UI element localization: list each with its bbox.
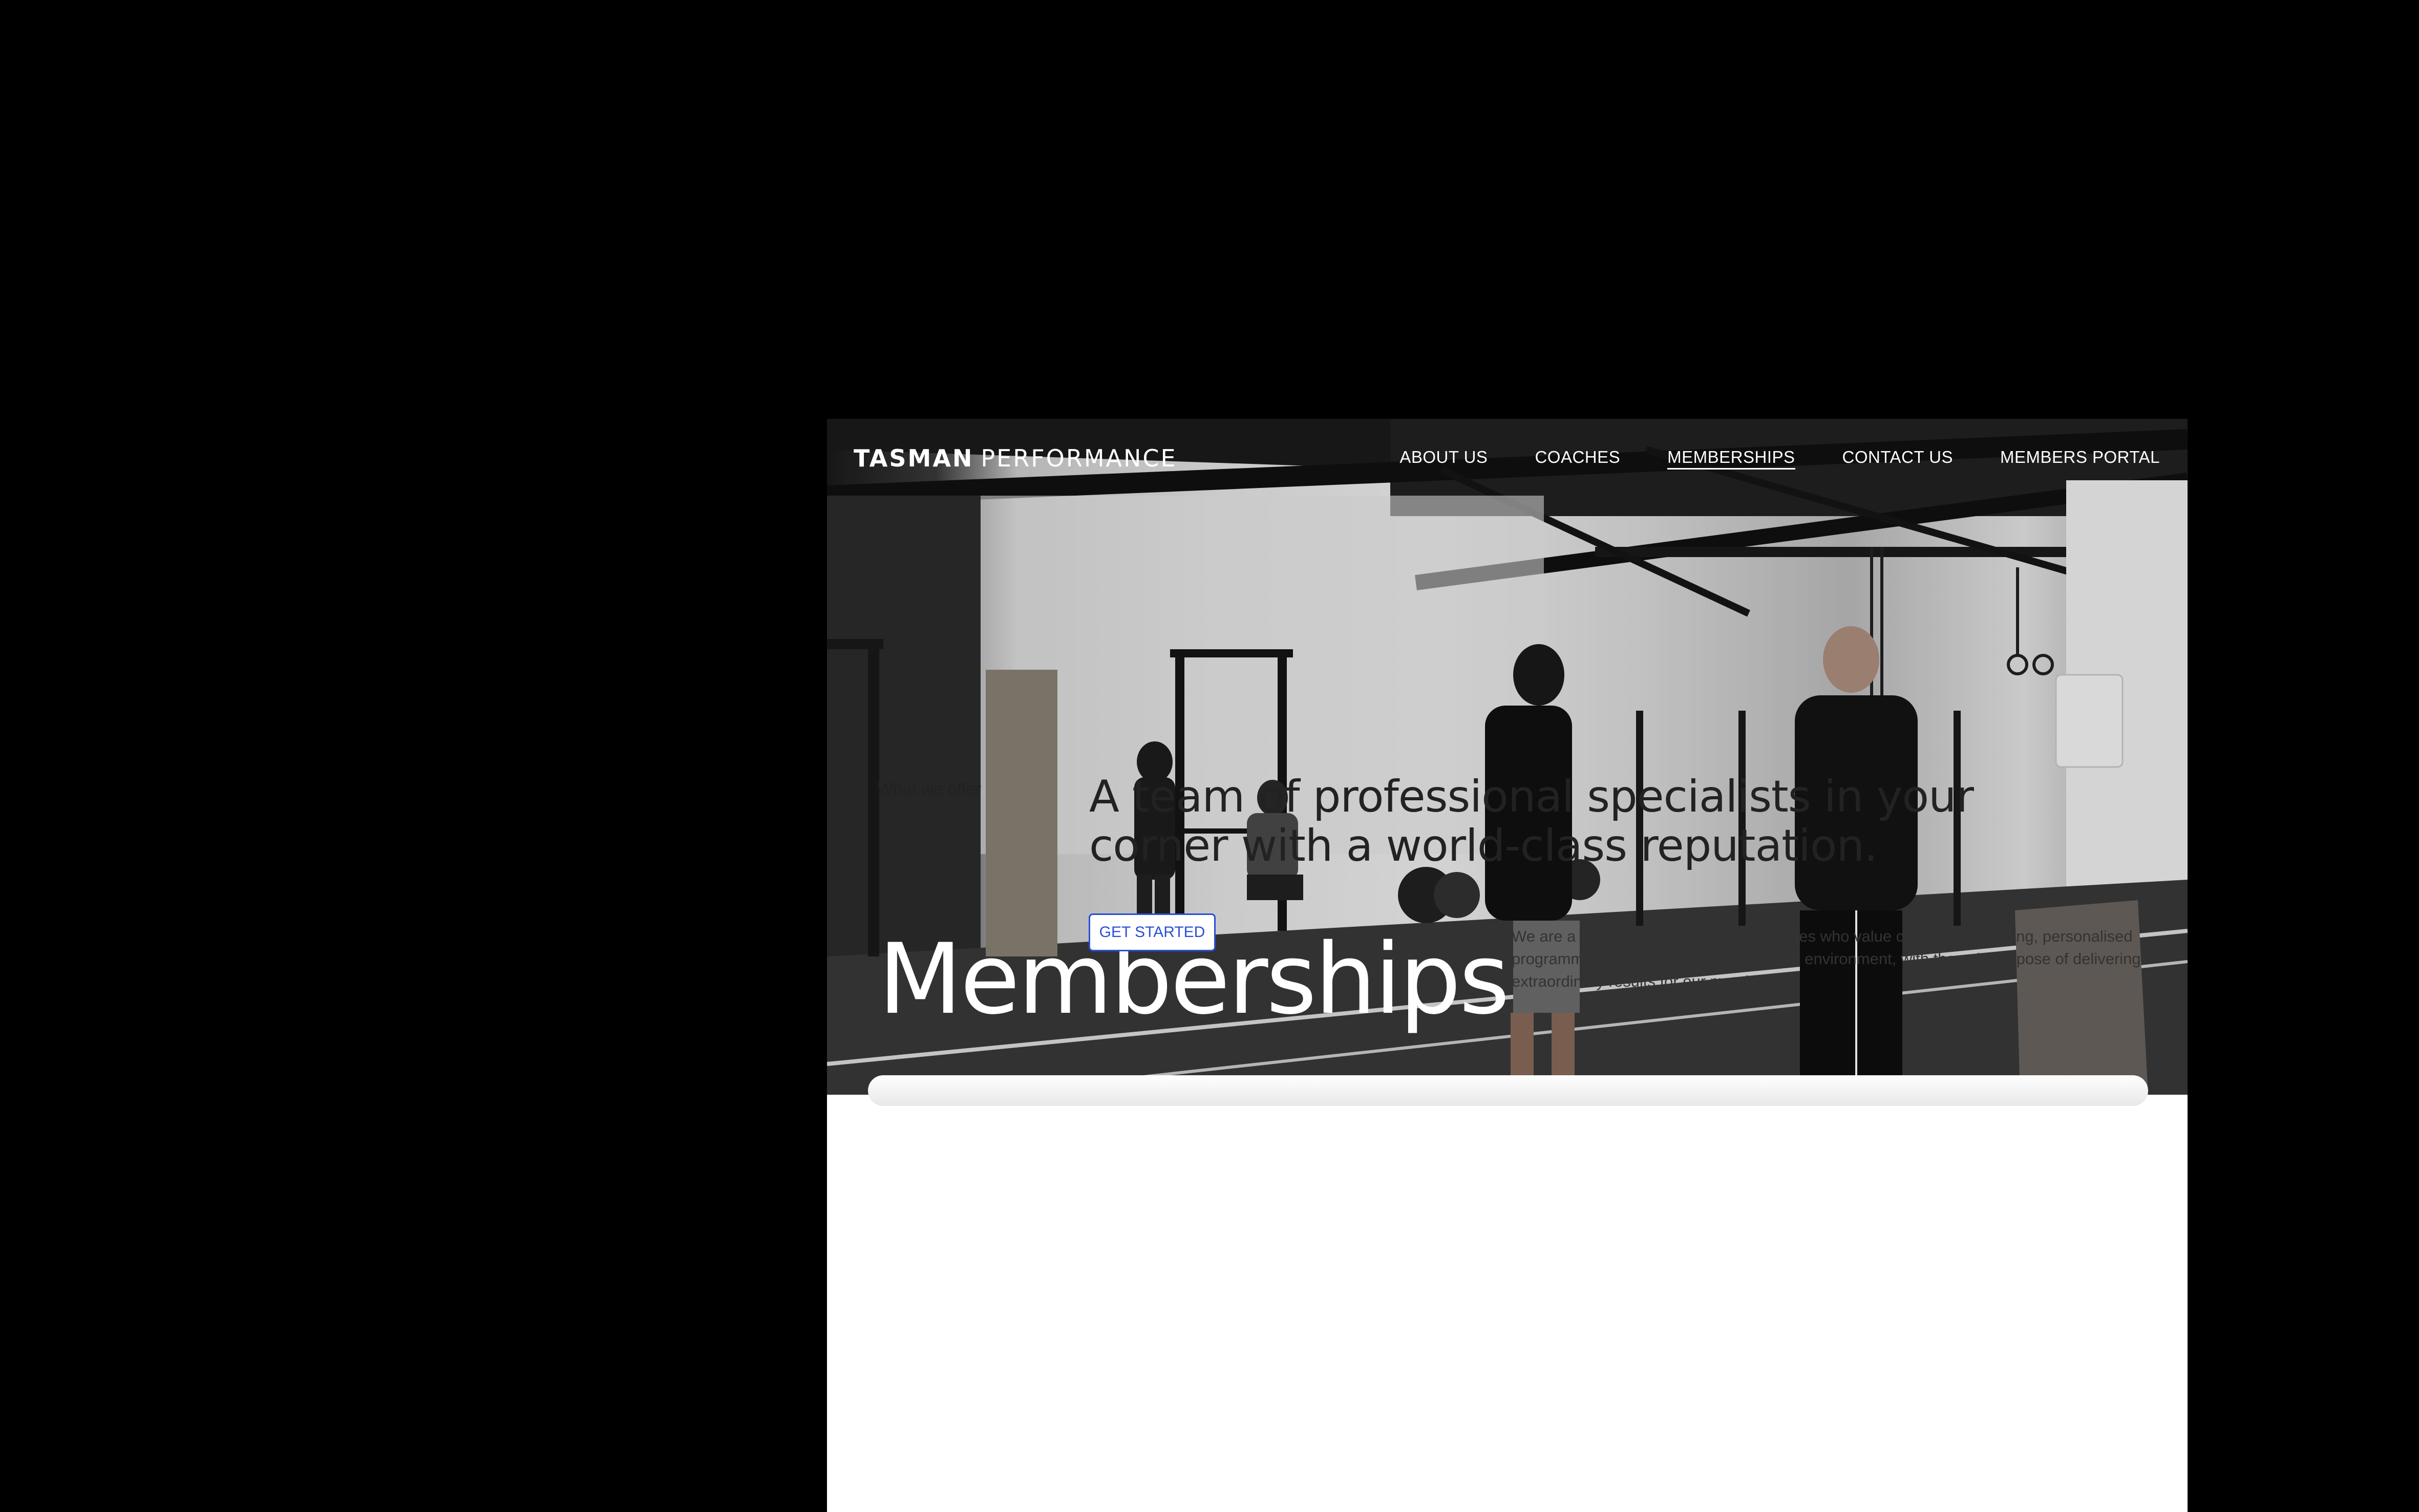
nav-link-members-portal[interactable]: MEMBERS PORTAL	[2000, 448, 2160, 470]
hero-image: TASMAN PERFORMANCE ABOUT US COACHES MEMBE…	[827, 419, 2188, 1095]
nav-link-contact-us[interactable]: CONTACT US	[1842, 448, 1953, 470]
nav-link-coaches[interactable]: COACHES	[1535, 448, 1620, 470]
main-content	[827, 1095, 2188, 1512]
main-navigation: TASMAN PERFORMANCE ABOUT US COACHES MEMBE…	[827, 419, 2188, 496]
site-logo[interactable]: TASMAN PERFORMANCE	[854, 444, 1177, 472]
section-headline: A team of professional specialists in yo…	[1089, 771, 1974, 871]
nav-link-memberships[interactable]: MEMBERSHIPS	[1667, 448, 1795, 470]
nav-links: ABOUT US COACHES MEMBERSHIPS CONTACT US …	[1399, 448, 2160, 470]
logo-wordmark-bold: TASMAN	[854, 444, 974, 472]
get-started-button[interactable]: GET STARTED	[1089, 913, 1216, 951]
logo-wordmark-light: PERFORMANCE	[981, 444, 1177, 472]
section-eyebrow: What we offer	[877, 779, 981, 798]
footer-shadow	[868, 1075, 2148, 1106]
browser-window: TASMAN PERFORMANCE ABOUT US COACHES MEMBE…	[827, 419, 2188, 1512]
nav-link-about-us[interactable]: ABOUT US	[1399, 448, 1488, 470]
section-body-text: We are a team of highly dedicated coache…	[1512, 927, 2141, 990]
